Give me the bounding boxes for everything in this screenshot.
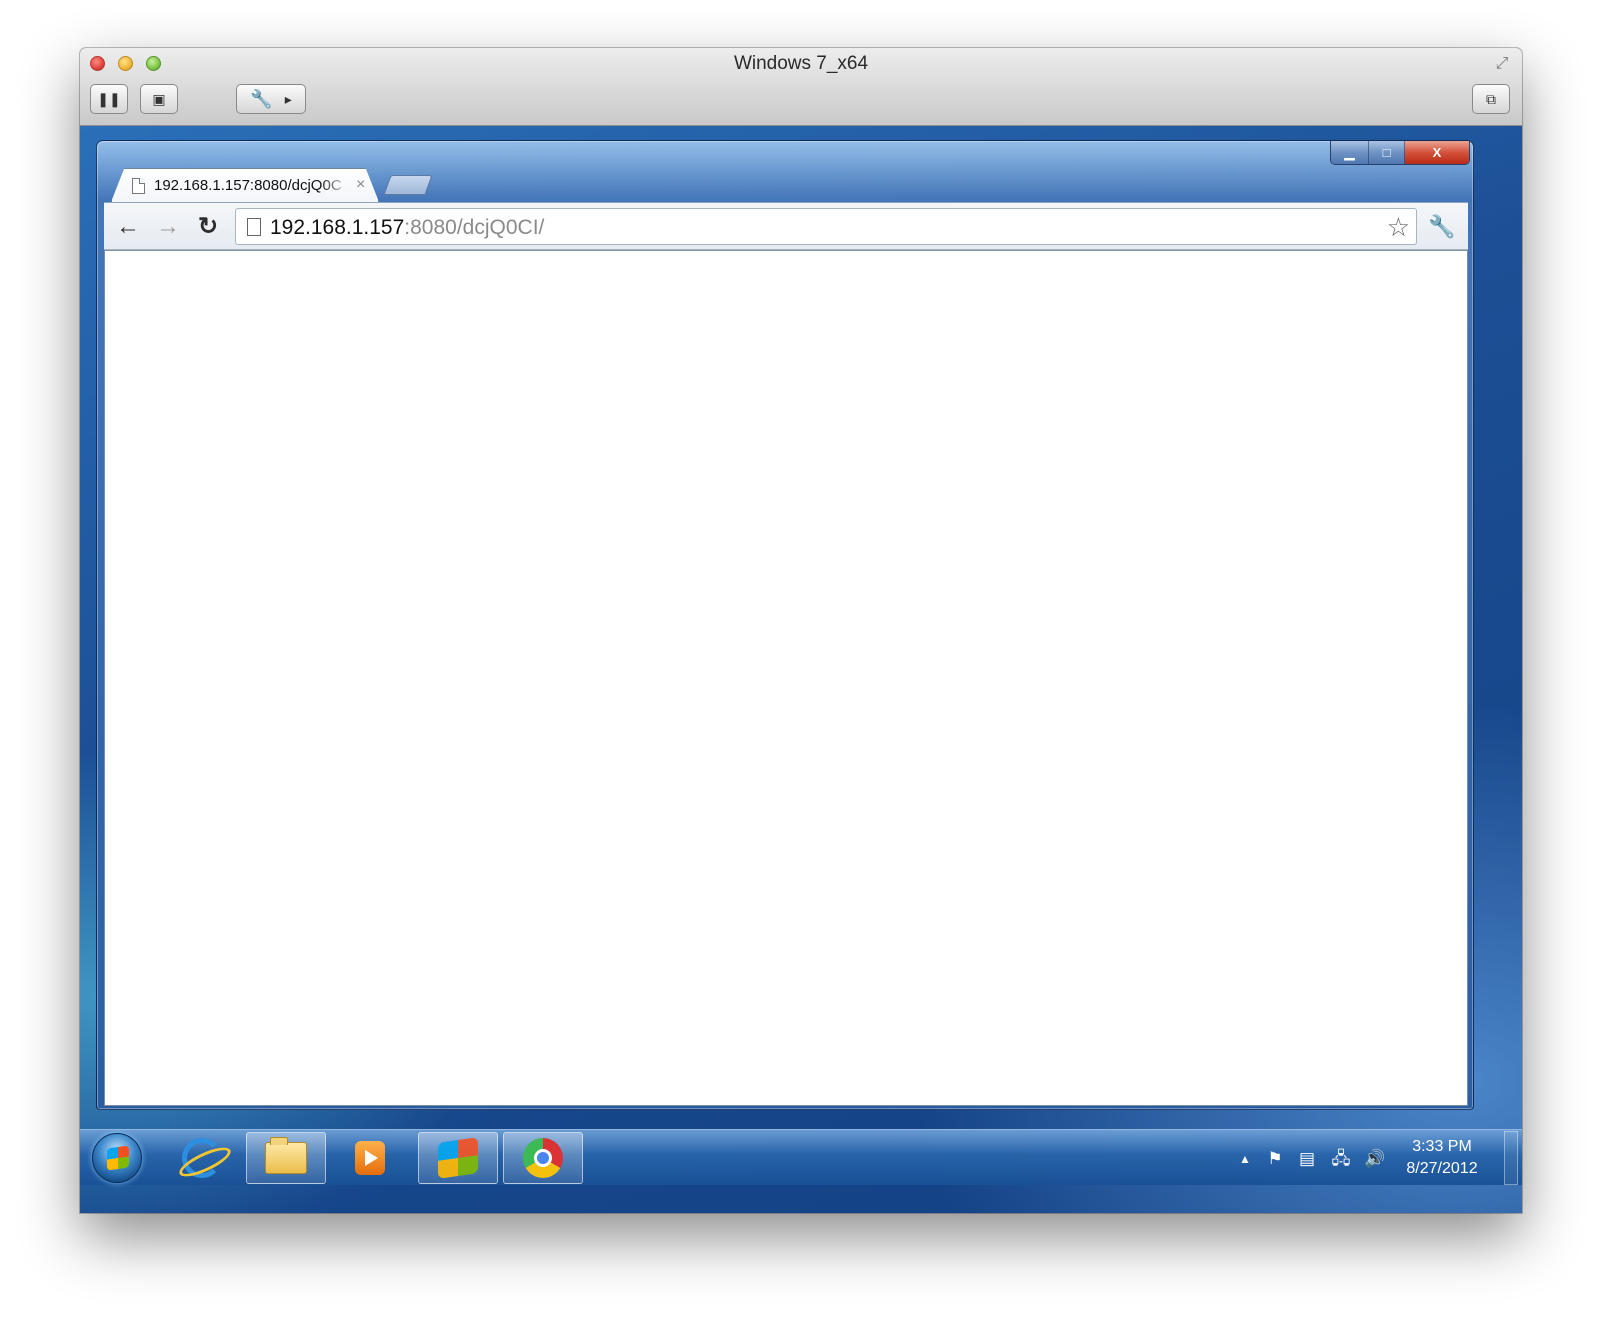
taskbar-bar: ▲ ⚑ ▤ 🖧 🔊 3:33 PM 8/27/2012 xyxy=(80,1129,1522,1185)
window-mode-button[interactable]: ⧉ xyxy=(1472,84,1510,114)
vm-window-title: Windows 7_x64 xyxy=(733,53,869,74)
close-button[interactable]: X xyxy=(1405,141,1469,164)
show-desktop-button[interactable] xyxy=(1504,1131,1518,1185)
taskbar: ▲ ⚑ ▤ 🖧 🔊 3:33 PM 8/27/2012 xyxy=(80,1129,1522,1213)
media-player-icon xyxy=(355,1141,385,1175)
fullscreen-icon[interactable]: ⤢ xyxy=(1492,54,1512,74)
settings-button[interactable]: 🔧 ▸ xyxy=(236,84,306,114)
caption-buttons: ▁ □ X xyxy=(1330,141,1470,165)
new-tab-button[interactable] xyxy=(383,175,433,195)
forward-arrow-icon: → xyxy=(156,213,180,240)
forward-button[interactable]: → xyxy=(154,213,182,241)
url-host: 192.168.1.157 xyxy=(270,216,405,239)
wrench-menu-icon[interactable]: 🔧 xyxy=(1428,213,1455,241)
maximize-button[interactable]: □ xyxy=(1369,141,1405,164)
minimize-button[interactable]: ▁ xyxy=(1331,141,1369,164)
start-button[interactable] xyxy=(92,1133,142,1183)
tab-close-icon[interactable]: × xyxy=(356,176,365,194)
folder-icon xyxy=(265,1137,307,1174)
tab-active[interactable]: 192.168.1.157:8080/dcjQ0C × xyxy=(111,168,379,202)
taskbar-ie-button[interactable] xyxy=(162,1132,242,1184)
tab-title: 192.168.1.157:8080/dcjQ0C xyxy=(154,177,342,194)
windows-logo-icon xyxy=(107,1145,129,1171)
chevron-right-icon: ▸ xyxy=(284,90,292,107)
power-icon[interactable]: ▤ xyxy=(1296,1148,1318,1170)
taskbar-media-player-button[interactable] xyxy=(330,1132,410,1184)
snapshot-button[interactable]: ▣ xyxy=(140,84,178,114)
clock-date: 8/27/2012 xyxy=(1406,1160,1478,1177)
clock[interactable]: 3:33 PM 8/27/2012 xyxy=(1400,1136,1484,1180)
clock-time: 3:33 PM xyxy=(1412,1138,1472,1155)
wrench-icon: 🔧 xyxy=(250,88,273,109)
page-icon xyxy=(132,178,145,194)
chrome-window: ▁ □ X 192.168.1.157:8080/dcjQ0C × ← → ↻ … xyxy=(96,140,1474,1110)
vm-titlebar: Windows 7_x64 ⤢ ❚❚ ▣ 🔧 ▸ ⧉ xyxy=(80,48,1522,126)
snapshot-icon: ▣ xyxy=(152,90,166,107)
url-path: :8080/dcjQ0CI/ xyxy=(404,216,545,239)
back-button[interactable]: ← xyxy=(114,213,142,241)
show-hidden-icons-icon[interactable]: ▲ xyxy=(1234,1148,1256,1170)
close-icon: X xyxy=(1432,145,1442,160)
bookmark-star-icon[interactable]: ☆ xyxy=(1387,212,1410,242)
reload-icon: ↻ xyxy=(197,213,219,240)
taskbar-chrome-button[interactable] xyxy=(503,1132,583,1184)
browser-toolbar: ← → ↻ 192.168.1.157:8080/dcjQ0CI/ ☆ 🔧 xyxy=(104,202,1468,250)
chrome-icon xyxy=(523,1138,563,1178)
pause-icon: ❚❚ xyxy=(97,90,121,107)
url-text[interactable]: 192.168.1.157:8080/dcjQ0CI/ xyxy=(270,216,544,240)
maximize-icon: □ xyxy=(1382,145,1391,160)
network-icon[interactable]: 🖧 xyxy=(1330,1148,1352,1170)
taskbar-explorer-button[interactable] xyxy=(246,1132,326,1184)
ie-icon xyxy=(182,1138,222,1178)
vm-window: Windows 7_x64 ⤢ ❚❚ ▣ 🔧 ▸ ⧉ ▁ □ X 192.168… xyxy=(80,48,1522,1213)
reload-button[interactable]: ↻ xyxy=(194,213,222,241)
pause-button[interactable]: ❚❚ xyxy=(90,84,128,114)
volume-icon[interactable]: 🔊 xyxy=(1364,1148,1386,1170)
page-content xyxy=(104,250,1468,1106)
system-tray: ▲ ⚑ ▤ 🖧 🔊 3:33 PM 8/27/2012 xyxy=(1222,1130,1522,1186)
taskbar-windows-center-button[interactable] xyxy=(418,1132,498,1184)
page-icon xyxy=(247,218,261,236)
window-mode-icon: ⧉ xyxy=(1486,90,1496,107)
windows-desktop: ▁ □ X 192.168.1.157:8080/dcjQ0C × ← → ↻ … xyxy=(80,126,1522,1213)
back-arrow-icon: ← xyxy=(116,213,140,240)
windows-logo-icon xyxy=(438,1137,478,1179)
address-bar[interactable]: 192.168.1.157:8080/dcjQ0CI/ ☆ xyxy=(235,208,1417,245)
action-center-flag-icon[interactable]: ⚑ xyxy=(1264,1148,1286,1170)
minimize-icon: ▁ xyxy=(1344,144,1355,160)
